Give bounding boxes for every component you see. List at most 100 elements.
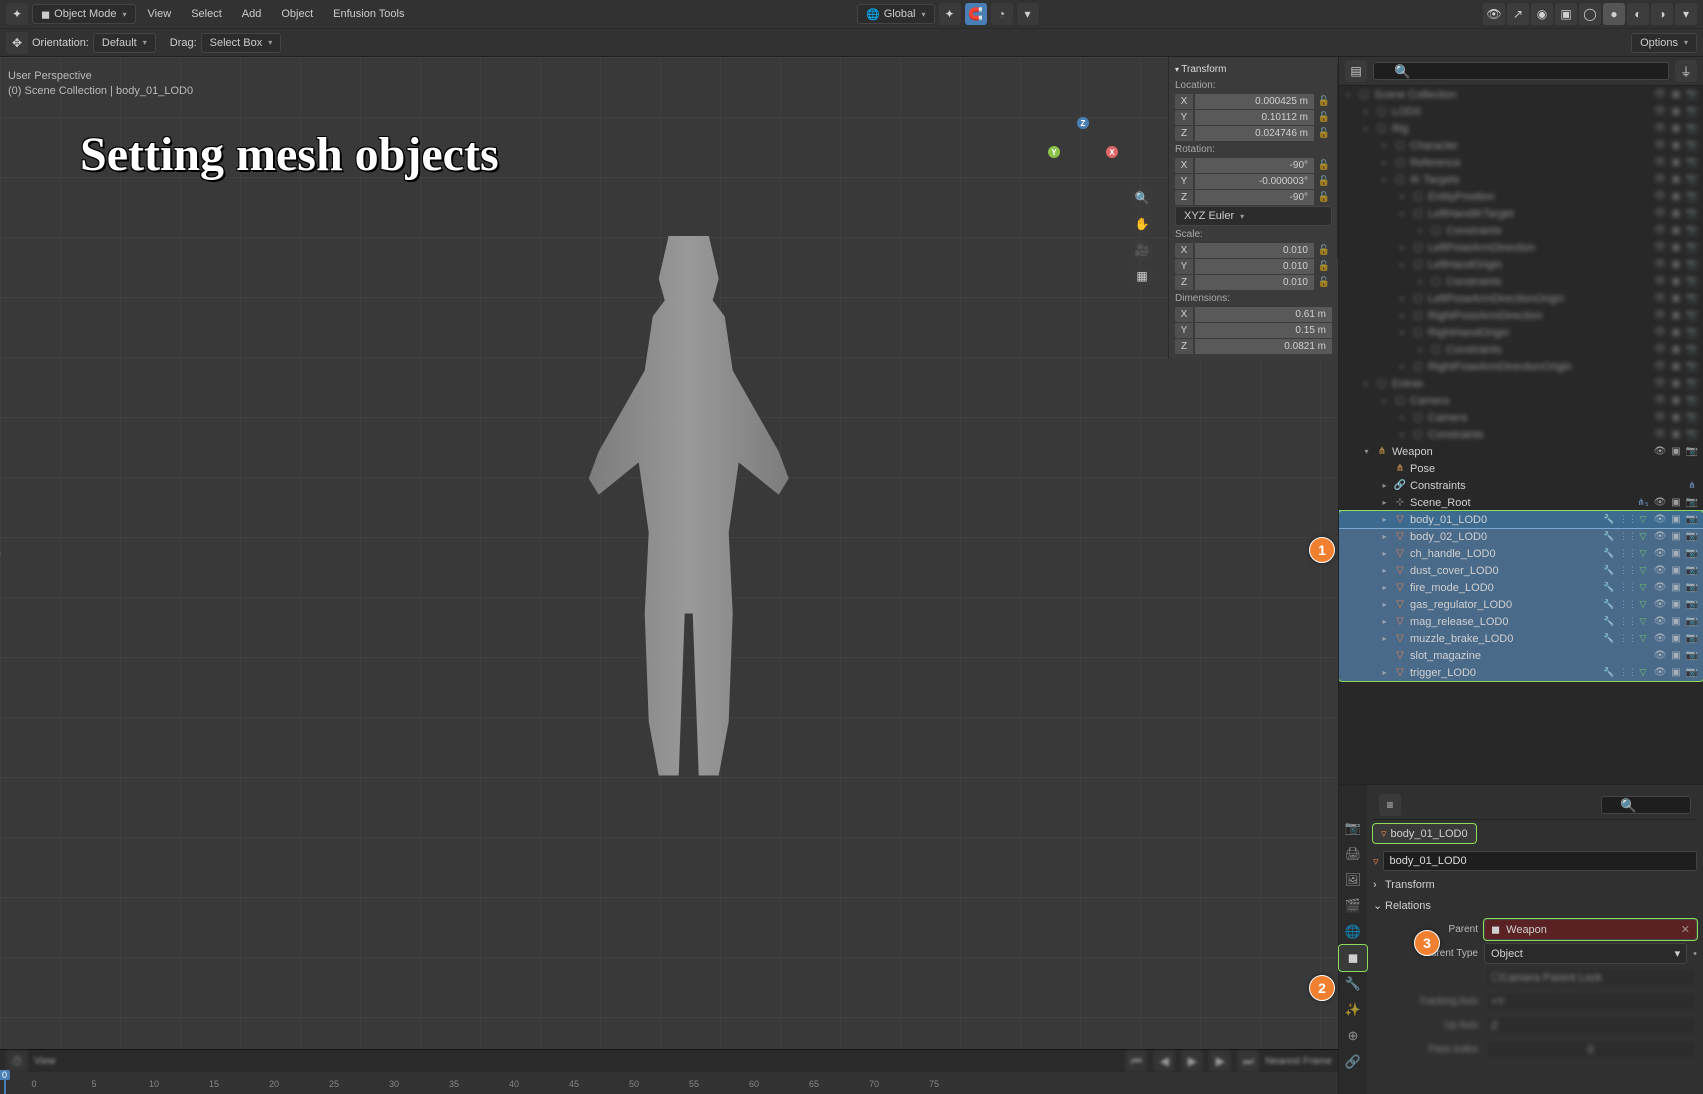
eye-icon[interactable]: 👁 [1653, 616, 1667, 627]
outliner-display-mode-icon[interactable]: ▤ [1345, 60, 1367, 82]
editor-type-icon[interactable]: ✦ [6, 3, 28, 25]
eye-icon[interactable]: 👁 [1653, 276, 1667, 287]
tree-item-label[interactable]: IK Targets [1410, 174, 1650, 186]
viewport-disable-icon[interactable]: ▣ [1669, 123, 1683, 134]
eye-icon[interactable]: 👁 [1653, 548, 1667, 559]
expand-icon[interactable]: ▸ [1379, 600, 1390, 609]
expand-icon[interactable]: ▸ [1379, 634, 1390, 643]
vertex-groups-icon[interactable]: ⋮⋮ [1619, 531, 1633, 542]
render-disable-icon[interactable]: 📷 [1685, 429, 1699, 440]
expand-icon[interactable]: ▸ [1361, 379, 1372, 388]
menu-view[interactable]: View [140, 6, 180, 22]
play-start-icon[interactable]: ⏮ [1125, 1050, 1147, 1072]
vertex-groups-icon[interactable]: ⋮⋮ [1619, 565, 1633, 576]
render-disable-icon[interactable]: 📷 [1685, 310, 1699, 321]
render-disable-icon[interactable]: 📷 [1685, 616, 1699, 627]
perspective-icon[interactable]: ▦ [1131, 265, 1153, 287]
playhead[interactable] [4, 1072, 6, 1094]
play-next-icon[interactable]: ▶ [1209, 1050, 1231, 1072]
eyedropper-icon[interactable]: ◼ [1491, 923, 1500, 936]
lock-icon[interactable]: 🔓 [1316, 96, 1332, 107]
tree-item-label[interactable]: Rig [1392, 123, 1650, 135]
lock-icon[interactable]: 🔓 [1316, 245, 1332, 256]
render-disable-icon[interactable]: 📷 [1685, 446, 1699, 457]
loc-z[interactable]: 0.024746 m [1195, 126, 1314, 141]
viewport-disable-icon[interactable]: ▣ [1669, 361, 1683, 372]
expand-icon[interactable]: ▸ [1379, 549, 1390, 558]
snap-icon[interactable]: ✦ [939, 3, 961, 25]
timeline-menu[interactable]: View [34, 1056, 56, 1067]
mesh-data-icon[interactable]: ▽ [1636, 616, 1650, 627]
tree-item-label[interactable]: body_02_LOD0 [1410, 531, 1599, 543]
expand-icon[interactable]: ▸ [1379, 498, 1390, 507]
up-axis-dropdown[interactable]: Z [1484, 1015, 1697, 1036]
render-disable-icon[interactable]: 📷 [1685, 633, 1699, 644]
viewport-disable-icon[interactable]: ▣ [1669, 327, 1683, 338]
viewport-disable-icon[interactable]: ▣ [1669, 293, 1683, 304]
viewport-disable-icon[interactable]: ▣ [1669, 633, 1683, 644]
render-disable-icon[interactable]: 📷 [1685, 395, 1699, 406]
eye-icon[interactable]: 👁 [1653, 225, 1667, 236]
props-tab-physics-icon[interactable]: ⊕ [1339, 1023, 1367, 1049]
lock-icon[interactable]: 🔓 [1316, 277, 1332, 288]
play-icon[interactable]: ▶ [1181, 1050, 1203, 1072]
viewport-disable-icon[interactable]: ▣ [1669, 582, 1683, 593]
eye-icon[interactable]: 👁 [1653, 497, 1667, 508]
render-disable-icon[interactable]: 📷 [1685, 582, 1699, 593]
modifier-icon[interactable]: 🔧 [1602, 616, 1616, 627]
lock-icon[interactable]: 🔓 [1316, 128, 1332, 139]
render-disable-icon[interactable]: 📷 [1685, 361, 1699, 372]
vertex-groups-icon[interactable]: ⋮⋮ [1619, 514, 1633, 525]
expand-icon[interactable]: ▸ [1397, 209, 1408, 218]
tree-item-label[interactable]: RightPoseArmDirectionOrigin [1428, 361, 1650, 373]
props-tab-world-icon[interactable]: 🌐 [1339, 919, 1367, 945]
eye-icon[interactable]: 👁 [1653, 429, 1667, 440]
render-disable-icon[interactable]: 📷 [1685, 106, 1699, 117]
render-disable-icon[interactable]: 📷 [1685, 548, 1699, 559]
props-tab-particle-icon[interactable]: ✨ [1339, 997, 1367, 1023]
viewport-disable-icon[interactable]: ▣ [1669, 191, 1683, 202]
transform-section-toggle[interactable]: Transform [1373, 875, 1697, 895]
expand-icon[interactable]: ▾ [1361, 447, 1372, 456]
tree-item-label[interactable]: Scene Collection [1374, 89, 1650, 101]
props-tab-scene-icon[interactable]: 🎬 [1339, 893, 1367, 919]
eye-icon[interactable]: 👁 [1653, 361, 1667, 372]
zoom-icon[interactable]: 🔍 [1131, 187, 1153, 209]
render-disable-icon[interactable]: 📷 [1685, 497, 1699, 508]
gizmo-icon[interactable]: ↗ [1507, 3, 1529, 25]
vertex-groups-icon[interactable]: ⋮⋮ [1619, 582, 1633, 593]
render-disable-icon[interactable]: 📷 [1685, 565, 1699, 576]
expand-icon[interactable]: ▸ [1397, 294, 1408, 303]
tree-item-label[interactable]: gas_regulator_LOD0 [1410, 599, 1599, 611]
vertex-groups-icon[interactable]: ⋮⋮ [1619, 633, 1633, 644]
viewport-disable-icon[interactable]: ▣ [1669, 276, 1683, 287]
lock-icon[interactable]: 🔓 [1316, 160, 1332, 171]
tree-item-label[interactable]: Scene_Root [1410, 497, 1633, 509]
shading-rendered-icon[interactable]: ◑ [1651, 3, 1673, 25]
eye-icon[interactable]: 👁 [1653, 599, 1667, 610]
menu-select[interactable]: Select [183, 6, 230, 22]
expand-icon[interactable]: ▸ [1379, 141, 1390, 150]
expand-icon[interactable]: ▸ [1415, 226, 1426, 235]
expand-icon[interactable]: ▸ [1343, 90, 1354, 99]
pass-index-input[interactable]: 0 [1484, 1039, 1697, 1060]
transform-orientation-icon[interactable]: ✥ [6, 32, 28, 54]
tree-item-label[interactable]: Pose [1410, 463, 1699, 475]
eye-icon[interactable]: 👁 [1653, 344, 1667, 355]
xray-icon[interactable]: ▣ [1555, 3, 1577, 25]
tree-item-label[interactable]: Constraints [1410, 480, 1682, 492]
render-disable-icon[interactable]: 📷 [1685, 412, 1699, 423]
viewport-disable-icon[interactable]: ▣ [1669, 225, 1683, 236]
render-disable-icon[interactable]: 📷 [1685, 157, 1699, 168]
tree-item-label[interactable]: body_01_LOD0 [1410, 514, 1599, 526]
expand-icon[interactable]: ▸ [1379, 583, 1390, 592]
camera-parent-lock-checkbox[interactable]: ☐ Camera Parent Lock [1484, 967, 1697, 988]
menu-enfusion[interactable]: Enfusion Tools [325, 6, 412, 22]
expand-icon[interactable]: ▸ [1379, 515, 1390, 524]
props-tab-object-icon[interactable]: ◼ [1339, 945, 1367, 971]
render-disable-icon[interactable]: 📷 [1685, 650, 1699, 661]
tree-item-label[interactable]: Constraints [1446, 225, 1650, 237]
object-name-input[interactable] [1383, 851, 1697, 871]
eye-icon[interactable]: 👁 [1653, 514, 1667, 525]
expand-icon[interactable]: ▸ [1397, 260, 1408, 269]
